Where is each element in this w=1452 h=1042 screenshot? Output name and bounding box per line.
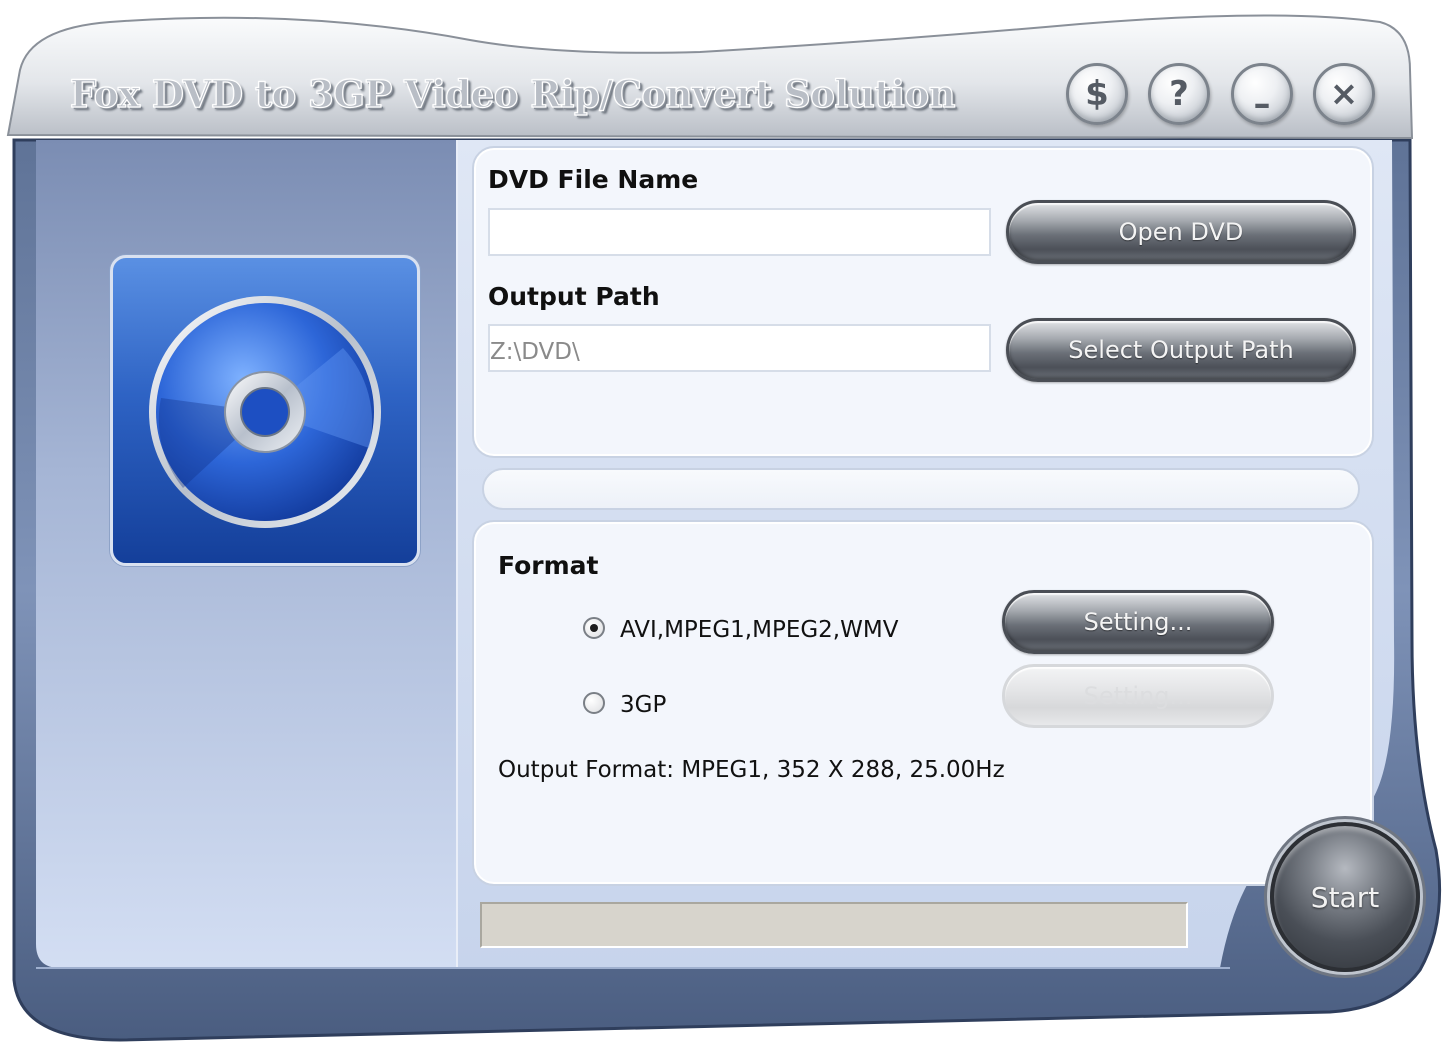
format-radio-avi[interactable] [583, 617, 605, 639]
select-output-path-button[interactable]: Select Output Path [1006, 318, 1356, 382]
conversion-progress-bar [482, 468, 1360, 510]
radio-selected-dot [590, 624, 598, 632]
dollar-icon: $ [1085, 74, 1109, 114]
output-format-text: Output Format: MPEG1, 352 X 288, 25.00Hz [498, 757, 1005, 783]
output-path-label: Output Path [488, 282, 660, 311]
open-dvd-button[interactable]: Open DVD [1006, 200, 1356, 264]
dvd-disc-icon [149, 296, 381, 528]
format-heading: Format [498, 551, 599, 580]
3gp-setting-label: Setting... [1083, 682, 1193, 710]
open-dvd-label: Open DVD [1118, 218, 1244, 246]
format-option-3gp-label: 3GP [620, 692, 667, 718]
minimize-icon: – [1253, 84, 1271, 124]
select-output-path-label: Select Output Path [1068, 336, 1294, 364]
minimize-button[interactable]: – [1231, 63, 1293, 125]
app-logo [110, 255, 420, 566]
window-title: Fox DVD to 3GP Video Rip/Convert Solutio… [69, 71, 956, 116]
help-button[interactable]: ? [1148, 63, 1210, 125]
dvd-file-name-input[interactable] [488, 208, 991, 256]
format-radio-3gp[interactable] [583, 692, 605, 714]
3gp-setting-button[interactable]: Setting... [1002, 664, 1274, 728]
buy-button[interactable]: $ [1066, 63, 1128, 125]
help-icon: ? [1169, 74, 1189, 114]
close-button[interactable]: × [1313, 63, 1375, 125]
close-icon: × [1329, 74, 1359, 114]
format-option-avi-label: AVI,MPEG1,MPEG2,WMV [620, 617, 899, 643]
avi-setting-button[interactable]: Setting... [1002, 590, 1274, 654]
avi-setting-label: Setting... [1083, 608, 1193, 636]
dvd-file-name-label: DVD File Name [488, 165, 699, 194]
output-path-input[interactable] [488, 324, 991, 372]
start-button[interactable]: Start [1270, 822, 1420, 972]
start-label: Start [1310, 880, 1380, 914]
status-bar [480, 902, 1188, 948]
